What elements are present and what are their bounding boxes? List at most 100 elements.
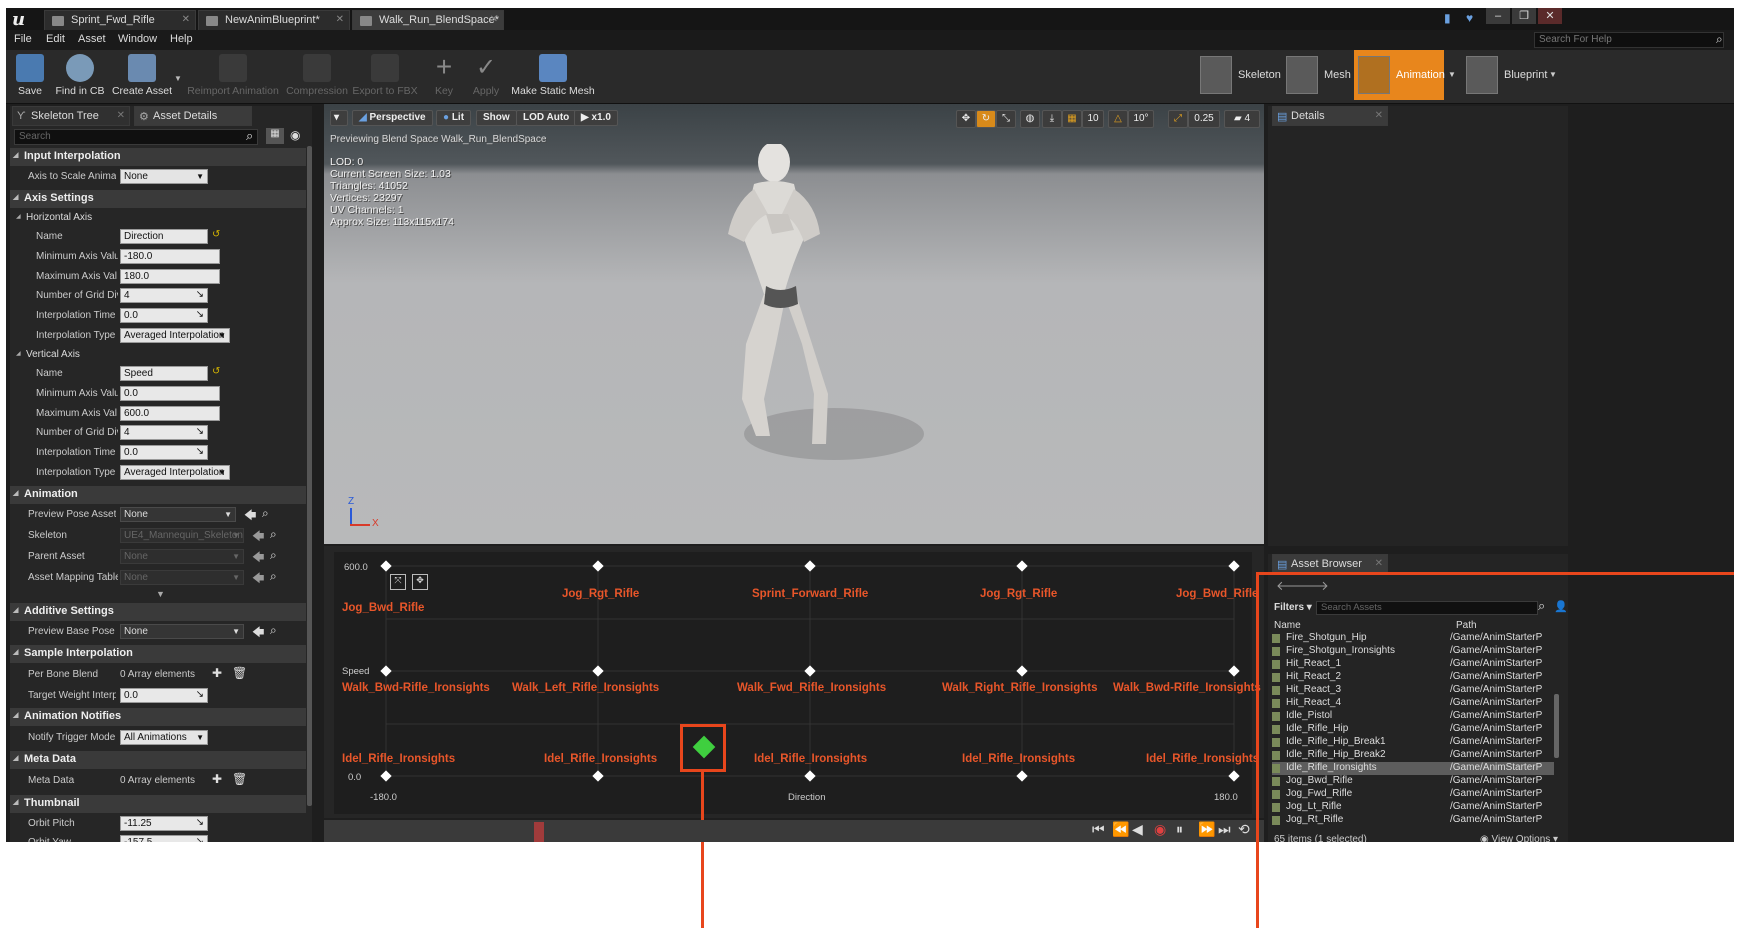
tab-sprint-fwd-rifle[interactable]: Sprint_Fwd_Rifle ✕ <box>44 10 196 30</box>
chevron-down-icon[interactable]: ▼ <box>1448 70 1456 79</box>
property-matrix-icon[interactable]: ▦ <box>266 128 284 144</box>
make-static-mesh-button[interactable]: Make Static Mesh <box>510 50 596 104</box>
h-grid-field[interactable]: 4 <box>120 288 208 303</box>
sample-label[interactable]: Walk_Bwd-Rifle_Ironsights <box>1113 682 1261 694</box>
close-icon[interactable]: ✕ <box>336 14 344 25</box>
sample-label[interactable]: Jog_Rgt_Rifle <box>562 588 639 600</box>
playback-speed-button[interactable]: ▶ x1.0 <box>574 110 618 126</box>
scale-snap-value[interactable]: 0.25 <box>1188 110 1220 128</box>
use-selected-arrow-icon[interactable]: 🡄 <box>252 569 264 590</box>
menu-edit[interactable]: Edit <box>46 33 65 45</box>
subsection-horizontal-axis[interactable]: Horizontal Axis <box>10 209 306 227</box>
use-selected-arrow-icon[interactable]: 🡄 <box>252 548 264 569</box>
browse-search-icon[interactable]: ⌕ <box>270 548 277 563</box>
sample-label[interactable]: Jog_Rgt_Rifle <box>980 588 1057 600</box>
v-min-field[interactable]: 0.0 <box>120 386 220 401</box>
v-interp-type-dropdown[interactable]: Averaged Interpolation <box>120 465 230 480</box>
trash-icon[interactable]: 🗑 <box>232 666 247 680</box>
close-icon[interactable]: ✕ <box>1375 110 1383 121</box>
section-sample-interpolation[interactable]: Sample Interpolation <box>10 645 306 663</box>
subsection-vertical-axis[interactable]: Vertical Axis <box>10 346 306 364</box>
lit-button[interactable]: ● Lit <box>436 110 472 126</box>
h-max-field[interactable]: 180.0 <box>120 269 220 284</box>
angle-snap-value[interactable]: 10° <box>1128 110 1154 128</box>
reset-icon[interactable]: ↺ <box>212 366 220 377</box>
chevron-down-icon[interactable]: ▼ <box>174 74 182 83</box>
camera-speed-button[interactable]: ▰ 4 <box>1224 110 1260 128</box>
timeline-playhead[interactable] <box>534 822 544 842</box>
asset-mapping-dropdown[interactable]: None <box>120 570 244 585</box>
sample-label[interactable]: Idel_Rifle_Ironsights <box>342 753 455 765</box>
step-forward-icon[interactable]: ⏩ <box>1198 821 1215 838</box>
section-animation[interactable]: Animation <box>10 486 306 504</box>
tab-asset-details[interactable]: ⚙ Asset Details <box>134 106 252 126</box>
orbit-pitch-field[interactable]: -11.25 <box>120 816 208 831</box>
menu-help[interactable]: Help <box>170 33 193 45</box>
grid-snap-value[interactable]: 10 <box>1082 110 1104 128</box>
search-icon[interactable]: ⌕ <box>1716 32 1723 47</box>
h-min-field[interactable]: -180.0 <box>120 249 220 264</box>
menu-file[interactable]: File <box>14 33 32 45</box>
section-input-interpolation[interactable]: Input Interpolation <box>10 148 306 166</box>
tab-details[interactable]: ▤ Details ✕ <box>1272 106 1388 126</box>
world-local-icon[interactable]: ◍ <box>1020 110 1040 128</box>
details-search-input[interactable]: Search <box>14 129 258 145</box>
lod-button[interactable]: LOD Auto <box>516 110 577 126</box>
sample-label[interactable]: Idel_Rifle_Ironsights <box>544 753 657 765</box>
sample-label[interactable]: Idel_Rifle_Ironsights <box>754 753 867 765</box>
rotate-icon[interactable]: ↻ <box>976 110 996 128</box>
tab-skeleton-tree[interactable]: ϒ Skeleton Tree ✕ <box>12 106 130 126</box>
step-back-icon[interactable]: ⏪ <box>1112 821 1129 838</box>
skeleton-dropdown[interactable]: UE4_Mannequin_Skeleton <box>120 528 244 543</box>
preview-viewport[interactable]: ▾ ◢ Perspective ● Lit Show LOD Auto ▶ x1… <box>324 104 1264 544</box>
reimport-animation-button[interactable]: Reimport Animation <box>186 50 280 104</box>
target-weight-field[interactable]: 0.0 <box>120 688 208 703</box>
show-button[interactable]: Show <box>476 110 517 126</box>
details-scrollbar[interactable] <box>307 146 312 806</box>
add-element-icon[interactable]: ✚ <box>212 772 222 786</box>
h-interp-time-field[interactable]: 0.0 <box>120 308 208 323</box>
use-selected-arrow-icon[interactable]: 🡄 <box>244 506 256 527</box>
loop-icon[interactable]: ⟲ <box>1238 821 1250 838</box>
close-icon[interactable]: ✕ <box>117 110 125 121</box>
sample-label[interactable]: Walk_Bwd-Rifle_Ironsights <box>342 682 490 694</box>
browse-search-icon[interactable]: ⌕ <box>270 569 277 584</box>
axis-to-scale-dropdown[interactable]: None <box>120 169 208 184</box>
h-name-field[interactable]: Direction <box>120 229 208 244</box>
find-in-cb-button[interactable]: Find in CB <box>54 50 106 104</box>
section-animation-notifies[interactable]: Animation Notifies <box>10 708 306 726</box>
browse-search-icon[interactable]: ⌕ <box>270 527 277 542</box>
use-selected-arrow-icon[interactable]: 🡄 <box>252 623 264 644</box>
mode-mesh-button[interactable]: Mesh <box>1282 50 1352 100</box>
skip-to-end-icon[interactable]: ⏭ <box>1218 821 1231 838</box>
section-additive-settings[interactable]: Additive Settings <box>10 603 306 621</box>
scale-snap-icon[interactable]: ⤢ <box>1168 110 1188 128</box>
reset-icon[interactable]: ↺ <box>212 229 220 240</box>
menu-window[interactable]: Window <box>118 33 157 45</box>
preview-base-pose-dropdown[interactable]: None <box>120 624 244 639</box>
play-reverse-icon[interactable]: ◀ <box>1132 821 1143 838</box>
v-max-field[interactable]: 600.0 <box>120 406 220 421</box>
drag-mode-icon[interactable]: ✥ <box>412 574 428 590</box>
section-axis-settings[interactable]: Axis Settings <box>10 190 306 208</box>
notify-trigger-dropdown[interactable]: All Animations <box>120 730 208 745</box>
mode-skeleton-button[interactable]: Skeleton <box>1196 50 1281 100</box>
use-selected-arrow-icon[interactable]: 🡄 <box>252 527 264 548</box>
sample-label[interactable]: Jog_Bwd_Rifle <box>342 602 424 614</box>
viewport-options-button[interactable]: ▾ <box>330 110 348 126</box>
sample-label[interactable]: Walk_Fwd_Rifle_Ironsights <box>737 682 886 694</box>
maximize-button[interactable]: ❐ <box>1512 8 1536 24</box>
add-element-icon[interactable]: ✚ <box>212 666 222 680</box>
sample-label[interactable]: Idel_Rifle_Ironsights <box>1146 753 1259 765</box>
sample-label[interactable]: Sprint_Forward_Rifle <box>752 588 868 600</box>
sample-label[interactable]: Walk_Left_Rifle_Ironsights <box>512 682 659 694</box>
tab-asset-browser[interactable]: ▤ Asset Browser ✕ <box>1272 554 1388 574</box>
menu-asset[interactable]: Asset <box>78 33 106 45</box>
minimize-button[interactable]: – <box>1486 8 1510 24</box>
section-meta-data[interactable]: Meta Data <box>10 751 306 769</box>
parent-asset-dropdown[interactable]: None <box>120 549 244 564</box>
v-interp-time-field[interactable]: 0.0 <box>120 445 208 460</box>
close-window-button[interactable]: ✕ <box>1538 8 1562 24</box>
sample-label[interactable]: Jog_Bwd_Rifle <box>1176 588 1258 600</box>
h-interp-type-dropdown[interactable]: Averaged Interpolation <box>120 328 230 343</box>
